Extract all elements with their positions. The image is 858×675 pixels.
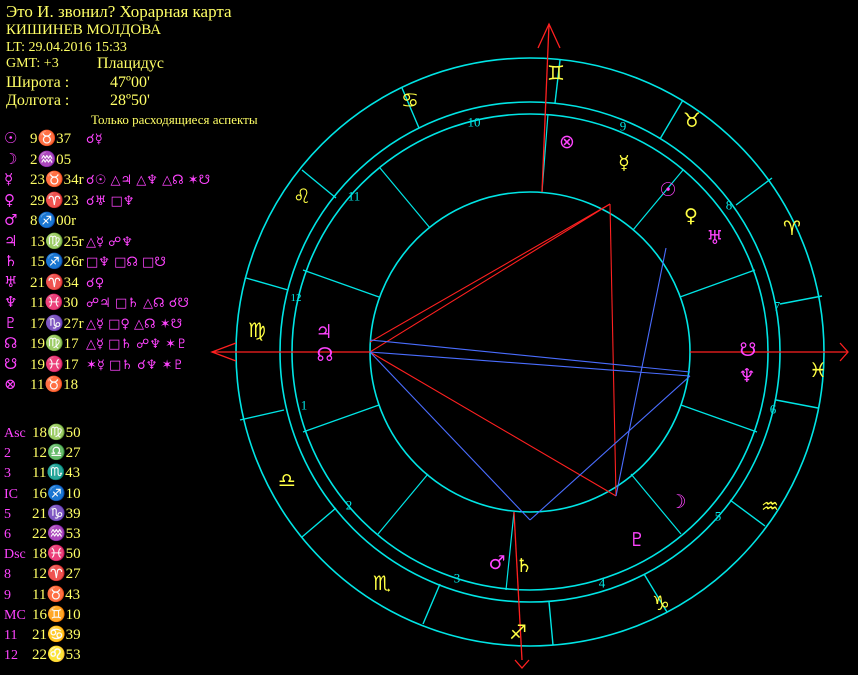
sign-divider — [239, 409, 285, 421]
sign-divider — [729, 499, 766, 527]
aquarius-icon: ♒ — [761, 494, 779, 518]
jupiter-icon: ♃ — [315, 321, 332, 343]
sign-divider — [779, 295, 823, 305]
house-number-4: 4 — [599, 576, 606, 591]
libra-icon: ♎ — [278, 468, 296, 492]
mc-axis — [541, 23, 550, 193]
aspect-line — [369, 203, 611, 353]
aspect-line — [369, 351, 617, 497]
house-number-12: 12 — [291, 292, 302, 304]
house-cusp-line — [679, 269, 756, 298]
uranus-icon: ♅ — [706, 227, 723, 249]
pisces-icon: ♓ — [809, 358, 827, 382]
neptune-icon: ♆ — [738, 365, 755, 387]
house-number-1: 1 — [301, 398, 308, 413]
horary-chart-wheel: ♊ ♉ ♈ ♓ ♒ ♑ ♐ ♏ ♎ ♍ ♌ ♋ 1 2 3 4 5 6 7 8 … — [210, 22, 849, 669]
house-number-10: 10 — [468, 115, 481, 130]
house-number-9: 9 — [620, 119, 627, 134]
aspect-line — [609, 203, 617, 497]
north-node-icon: ☊ — [317, 344, 334, 366]
sign-divider — [245, 277, 289, 291]
aspect-line — [529, 375, 691, 521]
house-number-7: 7 — [774, 299, 781, 314]
sign-divider — [422, 583, 441, 625]
scorpio-icon: ♏ — [373, 571, 391, 595]
house-number-2: 2 — [346, 498, 353, 513]
pluto-icon: ♇ — [628, 529, 645, 551]
inner-circle — [369, 191, 691, 513]
sign-divider — [659, 99, 684, 140]
virgo-icon: ♍ — [248, 318, 266, 342]
cancer-icon: ♋ — [401, 88, 419, 112]
mars-icon: ♂ — [488, 552, 505, 574]
house-cusp-line — [302, 269, 380, 298]
house-cusp-line — [377, 473, 429, 535]
leo-icon: ♌ — [293, 184, 311, 208]
house-cusp-line — [505, 511, 515, 591]
house-number-8: 8 — [726, 198, 733, 213]
taurus-icon: ♉ — [683, 108, 701, 132]
ic-marker — [514, 659, 530, 669]
mercury-icon: ☿ — [618, 152, 630, 174]
aries-icon: ♈ — [783, 216, 801, 240]
house-cusp-line — [302, 404, 380, 433]
sun-icon: ☉ — [659, 179, 676, 201]
sign-divider — [548, 601, 554, 646]
aspect-line — [615, 247, 667, 497]
sign-divider — [735, 177, 773, 206]
sign-divider — [301, 507, 337, 538]
house-number-6: 6 — [770, 402, 777, 417]
part-of-fortune-icon: ⊗ — [559, 131, 575, 153]
house-number-5: 5 — [715, 509, 722, 524]
house-number-3: 3 — [454, 571, 461, 586]
house-cusp-line — [680, 404, 758, 433]
house-number-11: 11 — [348, 189, 361, 204]
south-node-icon: ☋ — [740, 339, 757, 361]
saturn-icon: ♄ — [515, 555, 532, 577]
sign-divider — [775, 399, 819, 409]
capricorn-icon: ♑ — [652, 591, 670, 615]
venus-icon: ♀ — [684, 205, 698, 227]
moon-icon: ☽ — [669, 491, 686, 513]
house-cusp-line — [379, 167, 431, 229]
sagittarius-icon: ♐ — [509, 620, 527, 644]
gemini-icon: ♊ — [547, 61, 565, 85]
aspect-line — [369, 203, 611, 343]
